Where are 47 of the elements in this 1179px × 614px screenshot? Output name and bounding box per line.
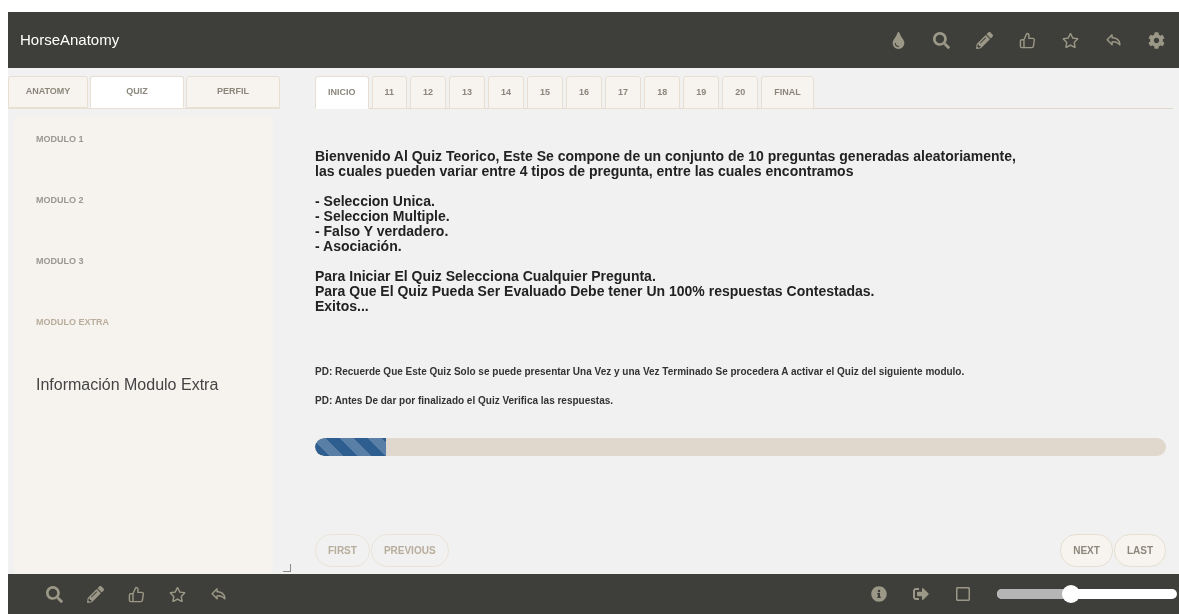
question-tab[interactable]: 14 — [488, 76, 525, 109]
instruction-text: Para Iniciar El Quiz Selecciona Cualquier Pregunta. — [315, 269, 657, 284]
question-type-text: - Falso Y verdadero. — [315, 224, 450, 239]
pencil-icon[interactable] — [87, 585, 104, 603]
question-tab[interactable]: 13 — [449, 76, 486, 109]
sidebar-tab[interactable]: QUIZ — [90, 76, 184, 108]
instruction-text: Para Que El Quiz Pueda Ser Evaluado Debe tener Un 100% respuestas Contestadas. — [315, 284, 876, 299]
sidebar-tab[interactable]: PERFIL — [186, 76, 280, 108]
instruction-text: Exitos... — [315, 299, 369, 314]
thumbs-up-icon[interactable] — [128, 585, 145, 603]
pencil-icon[interactable] — [976, 31, 993, 49]
note-text: PD: Antes De dar por finalizado el Quiz Verifica las respuestas. — [315, 394, 615, 408]
module-item[interactable]: MODULO 2 — [36, 195, 251, 206]
star-icon[interactable] — [1062, 31, 1079, 49]
module-info: Información Modulo Extra — [36, 375, 220, 395]
question-tab[interactable]: 15 — [527, 76, 564, 109]
question-tab[interactable]: 19 — [683, 76, 720, 109]
droplet-icon[interactable] — [890, 31, 907, 49]
search-icon[interactable] — [46, 585, 63, 603]
question-tab[interactable]: 11 — [371, 76, 408, 109]
info-icon[interactable] — [871, 586, 887, 602]
question-tab[interactable]: 20 — [722, 76, 759, 109]
pager-button[interactable]: LAST — [1113, 534, 1166, 567]
module-item[interactable]: MODULO 1 — [36, 134, 251, 145]
star-icon[interactable] — [169, 585, 186, 603]
sidebar-tab[interactable]: ANATOMY — [8, 76, 88, 108]
search-icon[interactable] — [933, 31, 950, 49]
settings-icon[interactable] — [1148, 31, 1165, 49]
slider-thumb[interactable] — [1061, 585, 1080, 603]
intro-text: las cuales pueden variar entre 4 tipos de pregunta, entre las cuales encontramos — [315, 164, 854, 179]
module-item[interactable]: MODULO 3 — [36, 256, 251, 267]
question-tab[interactable]: INICIO — [315, 76, 369, 109]
question-type-text: - Seleccion Multiple. — [315, 209, 451, 224]
question-tab[interactable]: 18 — [644, 76, 681, 109]
exit-icon[interactable] — [913, 586, 929, 602]
question-type-text: - Asociación. — [315, 239, 403, 254]
resize-handle-icon[interactable] — [283, 564, 291, 572]
question-type-text: - Seleccion Unica. — [315, 194, 436, 209]
app-title: HorseAnatomy — [20, 29, 120, 50]
intro-text: Bienvenido Al Quiz Teorico, Este Se compone de un conjunto de 10 preguntas generadas aleatoriamente, — [315, 149, 1017, 164]
question-tab[interactable]: 17 — [605, 76, 642, 109]
question-tab[interactable]: 12 — [410, 76, 447, 109]
question-tab[interactable]: FINAL — [761, 76, 814, 109]
note-text: PD: Recuerde Que Este Quiz Solo se puede presentar Una Vez y una Vez Terminado Se procedera A activar el Quiz del siguiente modulo. — [315, 365, 966, 379]
question-tab[interactable]: 16 — [566, 76, 603, 109]
thumbs-up-icon[interactable] — [1019, 31, 1036, 49]
pager-button[interactable]: NEXT — [1060, 534, 1113, 567]
